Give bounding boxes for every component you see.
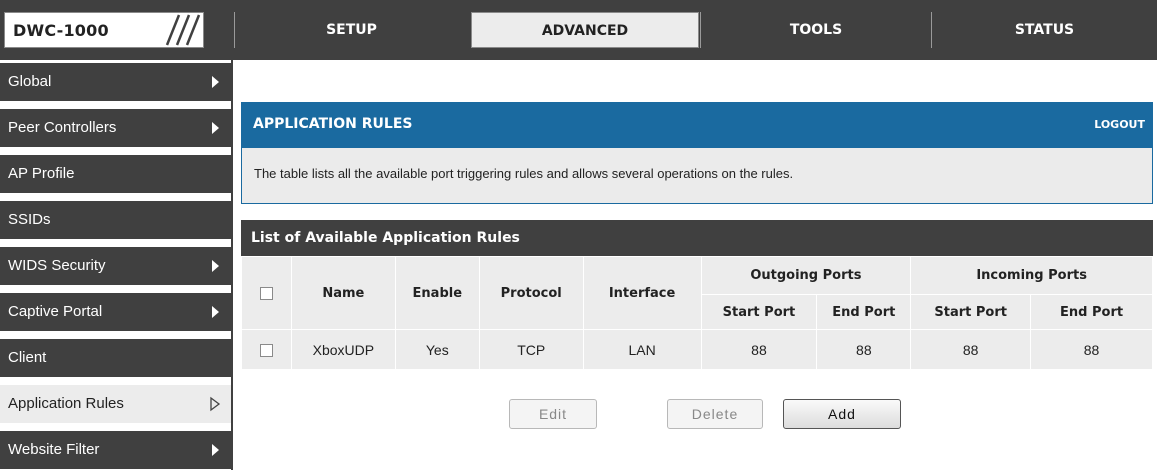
col-header-out-start-port: Start Port xyxy=(700,294,818,330)
col-header-out-end-port: End Port xyxy=(816,294,912,330)
description-text: The table lists all the available port t… xyxy=(254,166,794,181)
sidebar-item-global[interactable]: Global xyxy=(0,63,231,101)
table-row[interactable]: XboxUDP Yes TCP LAN 88 88 88 88 xyxy=(241,329,1153,370)
brand-slashes-icon xyxy=(165,14,201,46)
brand-logo-box: DWC-1000 xyxy=(4,12,204,48)
page-header: APPLICATION RULES LOGOUT xyxy=(241,102,1153,148)
main-content: APPLICATION RULES LOGOUT The table lists… xyxy=(241,60,1157,470)
col-header-in-end-port: End Port xyxy=(1030,294,1153,330)
arrow-right-icon xyxy=(212,122,219,134)
sidebar-item-label: Application Rules xyxy=(8,395,124,412)
edit-button[interactable]: Edit xyxy=(509,399,597,429)
rules-table: Name Enable Protocol Interface Outgoing … xyxy=(241,256,1153,370)
cell-interface: LAN xyxy=(582,329,702,370)
page-title: APPLICATION RULES xyxy=(253,116,413,132)
cell-out-start-port: 88 xyxy=(700,329,818,370)
sidebar-item-ssids[interactable]: SSIDs xyxy=(0,201,231,239)
col-header-interface: Interface xyxy=(582,256,702,330)
delete-button[interactable]: Delete xyxy=(667,399,763,429)
sidebar-item-application-rules[interactable]: Application Rules xyxy=(0,385,231,423)
sidebar-item-ap-profile[interactable]: AP Profile xyxy=(0,155,231,193)
row-select-cell xyxy=(241,329,292,370)
logout-link[interactable]: LOGOUT xyxy=(1094,118,1145,131)
sidebar-item-label: WIDS Security xyxy=(8,257,106,274)
sidebar-item-label: SSIDs xyxy=(8,211,51,228)
cell-in-end-port: 88 xyxy=(1030,329,1153,370)
col-header-name: Name xyxy=(290,256,396,330)
sidebar-item-client[interactable]: Client xyxy=(0,339,231,377)
arrow-right-icon xyxy=(212,444,219,456)
tab-advanced[interactable]: ADVANCED xyxy=(471,12,699,48)
col-header-protocol: Protocol xyxy=(478,256,584,330)
cell-name: XboxUDP xyxy=(290,329,396,370)
sidebar-item-label: Website Filter xyxy=(8,441,100,458)
col-header-enable: Enable xyxy=(394,256,480,330)
sidebar-item-label: AP Profile xyxy=(8,165,75,182)
tab-status[interactable]: STATUS xyxy=(931,12,1157,48)
col-header-in-start-port: Start Port xyxy=(910,294,1032,330)
hollow-arrow-right-icon xyxy=(210,396,221,412)
sidebar-item-label: Global xyxy=(8,73,52,90)
sidebar-item-wids-security[interactable]: WIDS Security xyxy=(0,247,231,285)
arrow-right-icon xyxy=(212,306,219,318)
sidebar-item-captive-portal[interactable]: Captive Portal xyxy=(0,293,231,331)
select-all-checkbox[interactable] xyxy=(259,286,273,300)
cell-enable: Yes xyxy=(394,329,480,370)
description-box: The table lists all the available port t… xyxy=(241,148,1153,204)
top-nav-bar: DWC-1000 SETUP ADVANCED TOOLS STATUS xyxy=(0,0,1157,60)
list-header: List of Available Application Rules xyxy=(241,220,1153,256)
arrow-right-icon xyxy=(212,76,219,88)
sidebar-item-website-filter[interactable]: Website Filter xyxy=(0,431,231,469)
cell-out-end-port: 88 xyxy=(816,329,912,370)
sidebar-item-label: Captive Portal xyxy=(8,303,103,320)
arrow-right-icon xyxy=(212,260,219,272)
row-checkbox[interactable] xyxy=(259,344,273,358)
add-button[interactable]: Add xyxy=(783,399,901,429)
tab-setup[interactable]: SETUP xyxy=(234,12,468,48)
sidebar-item-label: Peer Controllers xyxy=(8,119,117,136)
select-all-cell xyxy=(241,256,292,330)
list-title: List of Available Application Rules xyxy=(251,230,520,246)
col-header-incoming-ports: Incoming Ports xyxy=(910,256,1153,295)
sidebar: Global Peer Controllers AP Profile SSIDs… xyxy=(0,60,233,470)
cell-protocol: TCP xyxy=(478,329,584,370)
tab-tools[interactable]: TOOLS xyxy=(700,12,931,48)
sidebar-item-label: Client xyxy=(8,349,47,366)
col-header-outgoing-ports: Outgoing Ports xyxy=(700,256,912,295)
brand-name: DWC-1000 xyxy=(13,21,109,40)
cell-in-start-port: 88 xyxy=(910,329,1032,370)
sidebar-item-peer-controllers[interactable]: Peer Controllers xyxy=(0,109,231,147)
